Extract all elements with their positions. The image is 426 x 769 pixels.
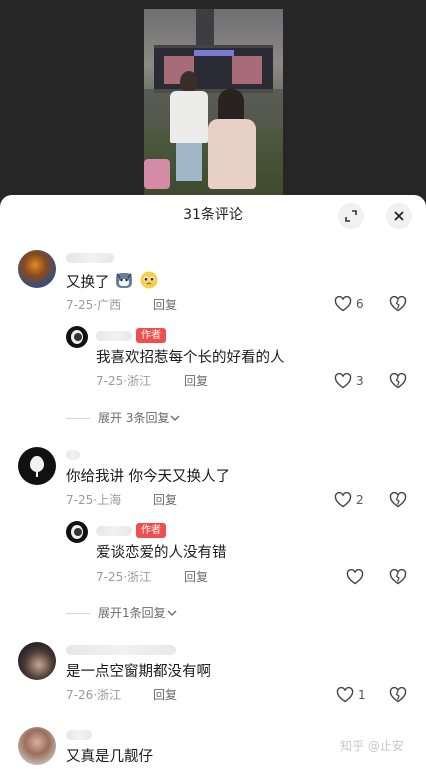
avatar[interactable] [18,642,56,680]
dislike-button[interactable] [389,372,407,393]
like-button[interactable]: 2 [334,492,364,508]
broken-heart-icon [389,686,407,703]
husky-emoji-icon [114,270,134,296]
divider-line [66,612,90,614]
comment-text[interactable]: 你给我讲 你今天又换人了 [66,467,230,487]
person-right [206,89,258,189]
broken-heart-icon [389,372,407,389]
comment-location: 浙江 [97,688,122,702]
pink-bag [144,159,170,189]
pleading-face-icon [139,270,159,296]
avatar[interactable] [18,447,56,485]
username-blurred[interactable] [96,526,132,536]
broken-heart-icon [389,568,407,585]
like-button[interactable]: 6 [334,296,364,312]
comment-date: 7-26 [66,688,94,702]
reply-button[interactable]: 回复 [153,297,177,313]
username-blurred[interactable] [66,450,80,460]
author-tag: 作者 [136,523,166,538]
username-blurred[interactable] [66,730,92,740]
like-count: 6 [356,297,364,311]
username-blurred[interactable] [66,253,114,263]
comment-date: 7-25 [66,493,94,507]
expand-replies-label: 展开 3条回复 [98,411,170,425]
reply-location: 浙江 [127,570,152,584]
video-player-area[interactable] [0,0,426,200]
username-blurred[interactable] [66,645,176,655]
dislike-button[interactable] [389,491,407,512]
like-count: 2 [356,493,364,507]
reply-date: 7-25 [96,374,124,388]
comment-sheet: 31条评论 又换了 7-25·广西 回复 6 作者 我喜欢招惹每个长的好看的人 … [0,195,426,769]
reply-meta: 7-25·浙江 [96,569,151,585]
comment-text[interactable]: 又换了 [66,270,159,296]
person-left [170,71,208,181]
like-count: 1 [358,688,366,702]
expand-replies-button[interactable]: 展开 3条回复 [66,410,181,426]
reply-text[interactable]: 我喜欢招惹每个长的好看的人 [96,348,285,368]
heart-icon [334,296,352,312]
broken-heart-icon [389,295,407,312]
broken-heart-icon [389,491,407,508]
divider-line [66,417,90,419]
comment-location: 上海 [97,493,122,507]
heart-icon [336,687,354,703]
dislike-button[interactable] [389,568,407,589]
close-button[interactable] [386,203,412,229]
heart-icon [334,492,352,508]
comment-text[interactable]: 又真是几靓仔 [66,747,153,767]
dislike-button[interactable] [389,686,407,707]
chevron-down-icon [167,610,177,616]
comment-meta: 7-25·上海 [66,492,121,508]
author-tag: 作者 [136,328,166,343]
heart-icon [334,373,352,389]
chevron-down-icon [170,415,180,421]
reply-button[interactable]: 回复 [184,569,208,585]
avatar[interactable] [18,250,56,288]
like-count: 3 [356,374,364,388]
heart-icon [346,569,364,585]
reply-button[interactable]: 回复 [184,373,208,389]
expand-replies-label: 展开1条回复 [98,606,166,620]
like-button[interactable]: 1 [336,687,366,703]
reply-meta: 7-25·浙江 [96,373,151,389]
dislike-button[interactable] [389,295,407,316]
author-avatar[interactable] [66,326,88,348]
reply-location: 浙江 [127,374,152,388]
reply-date: 7-25 [96,570,124,584]
author-avatar[interactable] [66,521,88,543]
reply-text[interactable]: 爱谈恋爱的人没有错 [96,543,227,563]
expand-icon [345,210,357,222]
username-blurred[interactable] [96,331,132,341]
watermark: 知乎 @止安 [340,739,404,753]
comment-text[interactable]: 是一点空窗期都没有啊 [66,662,211,682]
reply-button[interactable]: 回复 [153,492,177,508]
expand-button[interactable] [338,203,364,229]
stage-tower [196,9,214,49]
comment-meta: 7-25·广西 [66,297,121,313]
comment-meta: 7-26·浙江 [66,687,121,703]
video-thumbnail[interactable] [144,9,283,195]
comment-text-content: 又换了 [66,275,110,291]
close-icon [394,211,404,221]
expand-replies-button[interactable]: 展开1条回复 [66,605,178,621]
like-button[interactable] [346,569,368,585]
comment-date: 7-25 [66,298,94,312]
avatar[interactable] [18,727,56,765]
reply-button[interactable]: 回复 [153,687,177,703]
comment-location: 广西 [97,298,122,312]
like-button[interactable]: 3 [334,373,364,389]
